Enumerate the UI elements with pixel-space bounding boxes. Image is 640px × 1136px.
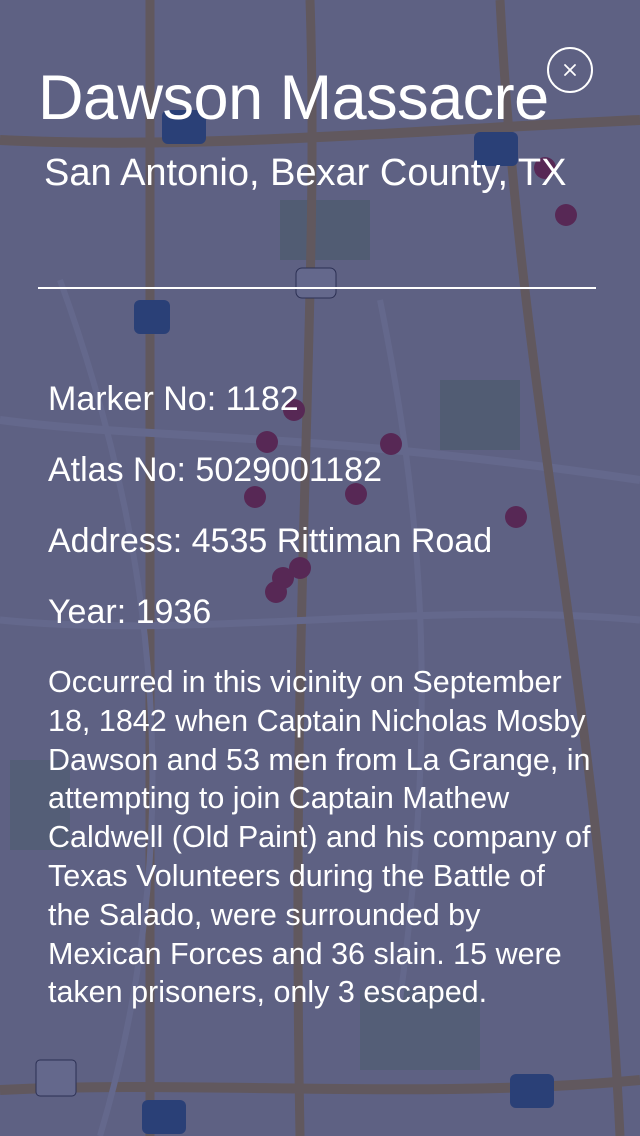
marker-location: San Antonio, Bexar County, TX [44, 152, 567, 194]
marker-description: Occurred in this vicinity on September 1… [48, 665, 591, 1010]
atlas-number-value: 5029001182 [195, 451, 382, 489]
close-icon [564, 64, 576, 76]
divider [38, 287, 596, 289]
year-label: Year: [48, 593, 127, 631]
address-label: Address: [48, 522, 183, 560]
marker-number-value: 1182 [225, 380, 299, 418]
atlas-number-row: Atlas No: 5029001182 [48, 450, 382, 490]
address-value: 4535 Rittiman Road [191, 522, 493, 560]
marker-title: Dawson Massacre [38, 63, 549, 133]
address-row: Address: 4535 Rittiman Road [48, 521, 492, 561]
marker-number-label: Marker No: [48, 380, 217, 418]
marker-number-row: Marker No: 1182 [48, 379, 299, 419]
year-value: 1936 [135, 593, 212, 631]
atlas-number-label: Atlas No: [48, 451, 186, 489]
marker-detail-panel: Dawson Massacre San Antonio, Bexar Count… [0, 0, 640, 1136]
year-row: Year: 1936 [48, 592, 211, 632]
close-button[interactable] [547, 47, 593, 93]
